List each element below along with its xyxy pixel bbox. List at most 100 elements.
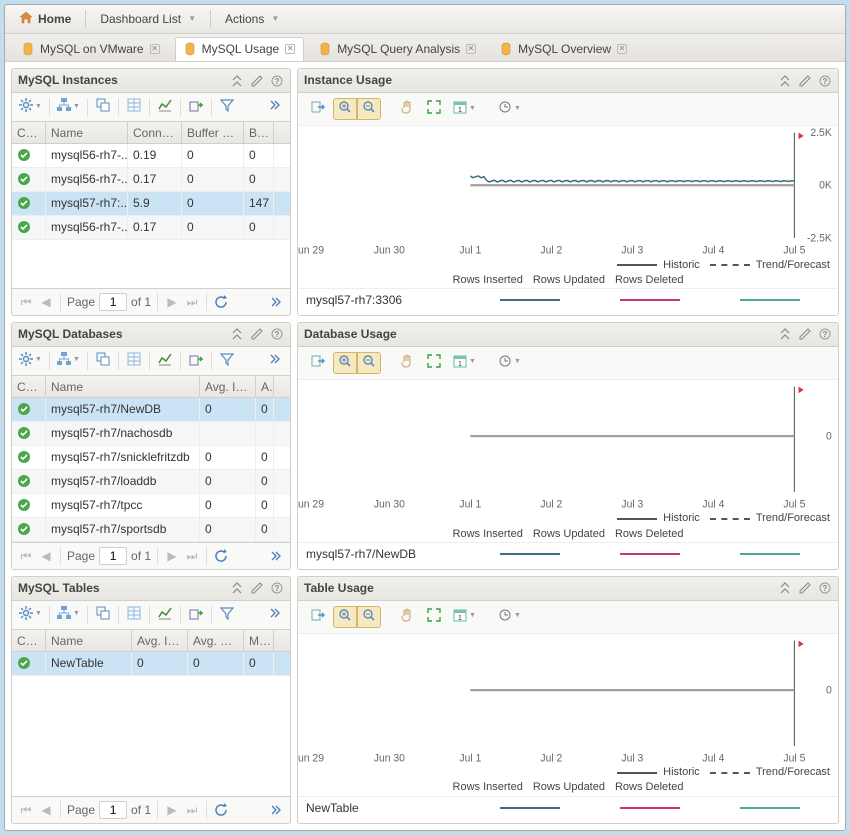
zoom-in-button[interactable] xyxy=(333,352,357,374)
select-button[interactable] xyxy=(92,351,114,371)
column-header[interactable]: Buffer Reads xyxy=(182,122,244,143)
expand-button[interactable] xyxy=(268,802,284,818)
edit-button[interactable] xyxy=(798,581,812,595)
tree-button[interactable]: ▼ xyxy=(54,351,83,371)
help-button[interactable]: ? xyxy=(270,581,284,595)
prev-page-button[interactable]: ◀ xyxy=(38,294,54,310)
help-button[interactable]: ? xyxy=(270,327,284,341)
filter-button[interactable] xyxy=(216,351,238,371)
export-chart-button[interactable] xyxy=(306,606,330,628)
zoom-out-button[interactable] xyxy=(357,98,381,120)
column-header[interactable]: Buff xyxy=(244,122,274,143)
expand-button[interactable] xyxy=(268,294,284,310)
expand-button[interactable] xyxy=(264,351,286,371)
help-button[interactable]: ? xyxy=(270,74,284,88)
refresh-button[interactable] xyxy=(213,294,229,310)
actions-menu[interactable]: Actions ▼ xyxy=(217,9,287,29)
table-row[interactable]: mysql56-rh7-...0.1900 xyxy=(12,144,290,168)
dashboard-list-menu[interactable]: Dashboard List ▼ xyxy=(92,9,204,29)
column-header[interactable]: Connections xyxy=(128,122,182,143)
table-row[interactable]: mysql57-rh7/loaddb00 xyxy=(12,470,290,494)
collapse-button[interactable] xyxy=(778,74,792,88)
column-header[interactable]: Collecti xyxy=(12,122,46,143)
pan-button[interactable] xyxy=(395,352,419,374)
column-header[interactable]: Name xyxy=(46,376,200,397)
first-page-button[interactable]: ⏮ xyxy=(18,548,34,564)
expand-button[interactable] xyxy=(264,605,286,625)
fit-button[interactable] xyxy=(422,606,446,628)
table-row[interactable]: mysql57-rh7/tpcc00 xyxy=(12,494,290,518)
column-header[interactable]: Name xyxy=(46,122,128,143)
table-row[interactable]: mysql57-rh7:...5.90147 xyxy=(12,192,290,216)
close-button[interactable]: ✕ xyxy=(150,44,160,54)
column-header[interactable]: Max. xyxy=(244,630,274,651)
column-header[interactable]: Avg. Insert W xyxy=(200,376,256,397)
zoom-in-button[interactable] xyxy=(333,98,357,120)
column-header[interactable]: Av xyxy=(256,376,274,397)
column-header[interactable]: Collecti xyxy=(12,630,46,651)
page-input[interactable] xyxy=(99,801,127,819)
zoom-out-button[interactable] xyxy=(357,606,381,628)
clock-button[interactable]: ▼ xyxy=(494,606,525,628)
page-input[interactable] xyxy=(99,293,127,311)
last-page-button[interactable]: ⏭ xyxy=(184,294,200,310)
select-button[interactable] xyxy=(92,605,114,625)
export-button[interactable] xyxy=(185,97,207,117)
chart-plot[interactable]: 0Jun 29Jun 30Jul 1Jul 2Jul 3Jul 4Jul 5 xyxy=(298,634,838,766)
table-row[interactable]: mysql56-rh7-...0.1700 xyxy=(12,216,290,240)
table-row[interactable]: NewTable000 xyxy=(12,652,290,676)
edit-button[interactable] xyxy=(798,74,812,88)
filter-button[interactable] xyxy=(216,97,238,117)
clock-button[interactable]: ▼ xyxy=(494,98,525,120)
export-chart-button[interactable] xyxy=(306,98,330,120)
chart-button[interactable] xyxy=(154,605,176,625)
collapse-button[interactable] xyxy=(230,327,244,341)
close-button[interactable]: ✕ xyxy=(617,44,627,54)
calendar-button[interactable]: 1▼ xyxy=(449,98,480,120)
export-chart-button[interactable] xyxy=(306,352,330,374)
edit-button[interactable] xyxy=(250,74,264,88)
calendar-button[interactable]: 1▼ xyxy=(449,606,480,628)
gear-button[interactable]: ▼ xyxy=(16,97,45,117)
home-menu[interactable]: Home xyxy=(11,8,79,30)
fit-button[interactable] xyxy=(422,98,446,120)
gear-button[interactable]: ▼ xyxy=(16,605,45,625)
refresh-button[interactable] xyxy=(213,548,229,564)
table-button[interactable] xyxy=(123,605,145,625)
prev-page-button[interactable]: ◀ xyxy=(38,802,54,818)
tree-button[interactable]: ▼ xyxy=(54,605,83,625)
next-page-button[interactable]: ▶ xyxy=(164,548,180,564)
collapse-button[interactable] xyxy=(778,581,792,595)
edit-button[interactable] xyxy=(250,581,264,595)
chart-button[interactable] xyxy=(154,97,176,117)
table-row[interactable]: mysql57-rh7/snicklefritzdb00 xyxy=(12,446,290,470)
collapse-button[interactable] xyxy=(230,581,244,595)
last-page-button[interactable]: ⏭ xyxy=(184,548,200,564)
chart-button[interactable] xyxy=(154,351,176,371)
column-header[interactable]: Avg. Read W xyxy=(188,630,244,651)
help-button[interactable]: ? xyxy=(818,581,832,595)
edit-button[interactable] xyxy=(798,327,812,341)
tab-3[interactable]: MySQL Overview ✕ xyxy=(491,37,636,61)
close-button[interactable]: ✕ xyxy=(285,44,295,54)
table-row[interactable]: mysql56-rh7-...0.1700 xyxy=(12,168,290,192)
next-page-button[interactable]: ▶ xyxy=(164,802,180,818)
pan-button[interactable] xyxy=(395,98,419,120)
select-button[interactable] xyxy=(92,97,114,117)
last-page-button[interactable]: ⏭ xyxy=(184,802,200,818)
refresh-button[interactable] xyxy=(213,802,229,818)
prev-page-button[interactable]: ◀ xyxy=(38,548,54,564)
tree-button[interactable]: ▼ xyxy=(54,97,83,117)
export-button[interactable] xyxy=(185,351,207,371)
tab-0[interactable]: MySQL on VMware ✕ xyxy=(13,37,169,61)
export-button[interactable] xyxy=(185,605,207,625)
expand-button[interactable] xyxy=(264,97,286,117)
help-button[interactable]: ? xyxy=(818,74,832,88)
gear-button[interactable]: ▼ xyxy=(16,351,45,371)
first-page-button[interactable]: ⏮ xyxy=(18,802,34,818)
column-header[interactable]: Avg. Insert W xyxy=(132,630,188,651)
chart-plot[interactable]: 0Jun 29Jun 30Jul 1Jul 2Jul 3Jul 4Jul 5 xyxy=(298,380,838,512)
edit-button[interactable] xyxy=(250,327,264,341)
table-button[interactable] xyxy=(123,351,145,371)
expand-button[interactable] xyxy=(268,548,284,564)
